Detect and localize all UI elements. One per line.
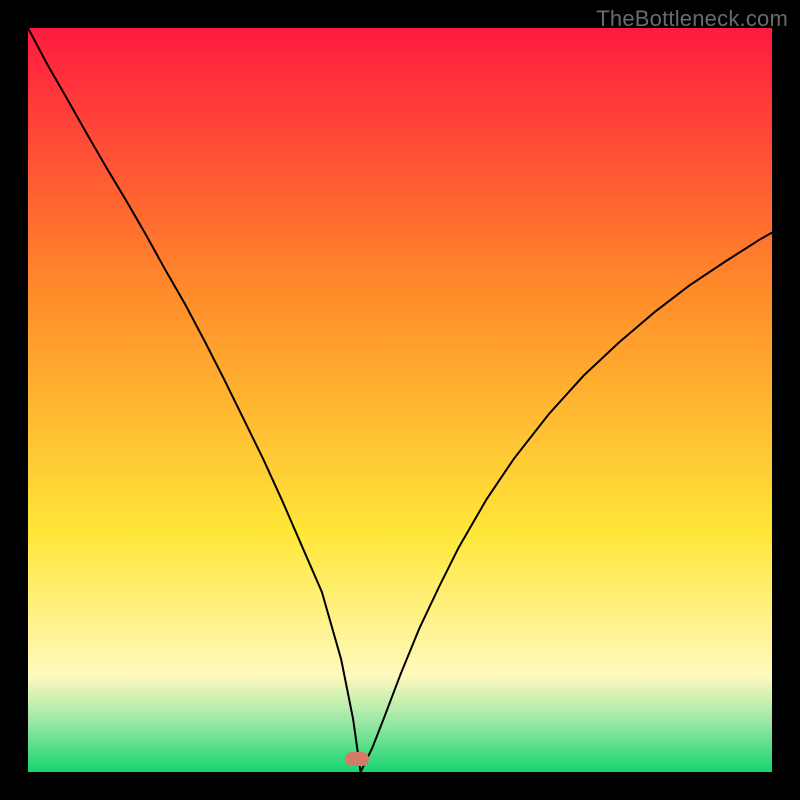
bottleneck-curve	[28, 28, 772, 772]
plot-area	[28, 28, 772, 772]
chart-frame: TheBottleneck.com	[0, 0, 800, 800]
minimum-marker	[345, 752, 369, 766]
watermark-text: TheBottleneck.com	[596, 6, 788, 32]
